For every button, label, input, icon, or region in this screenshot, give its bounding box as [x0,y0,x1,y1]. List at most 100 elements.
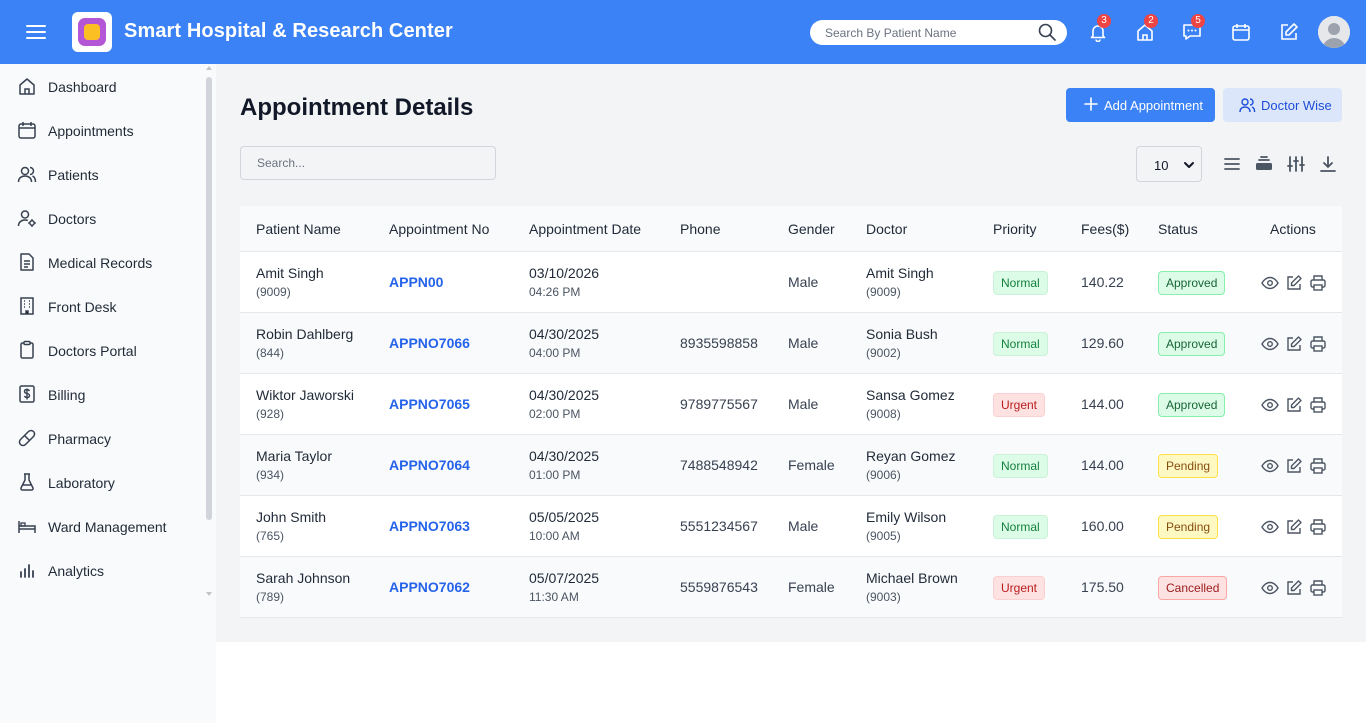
column-header[interactable]: Appointment Date [529,221,641,237]
view-eye-icon[interactable] [1261,579,1279,597]
column-header[interactable]: Status [1158,221,1198,237]
scroll-down-arrow[interactable] [206,592,212,596]
appointment-no-link[interactable]: APPNO7065 [389,396,470,412]
user-avatar[interactable] [1318,16,1350,48]
table-row: John Smith (765) APPNO7063 05/05/2025 10:00 … [240,496,1342,557]
doctor-wise-button[interactable]: Doctor Wise [1223,88,1342,122]
appointment-time: 10:00 AM [529,529,580,543]
user-gear-icon [17,210,36,227]
density-icon[interactable] [1254,154,1274,174]
sidebar-item-label: Doctors Portal [48,343,137,359]
appointment-no-link[interactable]: APPNO7063 [389,518,470,534]
patient-search-input[interactable] [810,20,1032,45]
view-eye-icon[interactable] [1261,396,1279,414]
print-icon[interactable] [1309,396,1327,414]
add-appointment-label: Add Appointment [1104,98,1204,113]
appointment-no-link[interactable]: APPNO7062 [389,579,470,595]
users-icon [17,166,37,183]
appointment-no-link[interactable]: APPN00 [389,274,443,290]
sidebar-item-appointments[interactable]: Appointments [0,110,205,150]
gender: Male [788,518,819,534]
gender: Female [788,457,835,473]
edit-icon[interactable] [1285,457,1303,475]
column-header[interactable]: Doctor [866,221,907,237]
table-search-input[interactable] [241,147,495,179]
row-actions [1261,518,1331,536]
home-button[interactable]: 2 [1133,14,1158,44]
sidebar-item-laboratory[interactable]: Laboratory [0,462,205,502]
column-header[interactable]: Appointment No [389,221,489,237]
calendar-button[interactable] [1229,20,1253,44]
print-icon[interactable] [1309,274,1327,292]
print-icon[interactable] [1309,518,1327,536]
sidebar-item-doctors-portal[interactable]: Doctors Portal [0,330,205,370]
sidebar-item-analytics[interactable]: Analytics [0,550,205,590]
sidebar-item-pharmacy[interactable]: Pharmacy [0,418,205,458]
patient-id: (928) [256,407,285,421]
add-appointment-button[interactable]: Add Appointment [1066,88,1215,122]
edit-icon[interactable] [1285,518,1303,536]
scroll-up-arrow[interactable] [206,66,212,70]
table-body: Amit Singh (9009) APPN00 03/10/2026 04:26 PM… [240,252,1342,618]
page-size-select[interactable]: 10 [1136,146,1202,182]
patient-name: Wiktor Jaworski [256,387,355,403]
sidebar-item-billing[interactable]: Billing [0,374,205,414]
sidebar-item-label: Medical Records [48,255,153,271]
column-header[interactable]: Priority [993,221,1037,237]
messages-button[interactable]: 5 [1180,14,1205,44]
edit-icon[interactable] [1285,274,1303,292]
patient-id: (789) [256,590,285,604]
appointment-no-link[interactable]: APPNO7066 [389,335,470,351]
view-eye-icon[interactable] [1261,274,1279,292]
notifications-button[interactable]: 3 [1086,14,1111,44]
column-header: Actions [1270,221,1316,237]
sidebar-item-doctors[interactable]: Doctors [0,198,205,238]
edit-icon[interactable] [1285,579,1303,597]
download-icon[interactable] [1318,154,1338,174]
print-icon[interactable] [1309,579,1327,597]
sidebar-item-ward-management[interactable]: Ward Management [0,506,205,546]
print-icon[interactable] [1309,335,1327,353]
print-icon[interactable] [1309,457,1327,475]
page-size-value: 10 [1154,158,1169,173]
column-header[interactable]: Phone [680,221,720,237]
column-header[interactable]: Gender [788,221,835,237]
patient-cell: Robin Dahlberg (844) [256,326,353,360]
clipboard-icon [20,340,34,359]
sidebar-item-label: Dashboard [48,79,117,95]
calendar-icon [1232,24,1250,41]
doctor-name: Reyan Gomez [866,448,956,464]
column-header[interactable]: Fees($) [1081,221,1129,237]
doctor-id: (9005) [866,529,901,543]
sidebar-item-label: Ward Management [48,519,167,535]
sidebar-item-label: Appointments [48,123,134,139]
plus-icon [1084,97,1098,111]
home-icon [19,78,35,95]
column-settings-icon[interactable] [1286,154,1306,174]
edit-icon[interactable] [1285,335,1303,353]
sidebar-item-medical-records[interactable]: Medical Records [0,242,205,282]
row-actions [1261,396,1331,414]
hamburger-menu-icon[interactable] [26,22,46,42]
patient-name: John Smith [256,509,327,525]
priority-badge: Normal [993,271,1048,295]
appointment-no-link[interactable]: APPNO7064 [389,457,470,473]
view-eye-icon[interactable] [1261,518,1279,536]
search-icon[interactable] [1038,23,1056,46]
sidebar-item-dashboard[interactable]: Dashboard [0,66,205,106]
view-eye-icon[interactable] [1261,335,1279,353]
column-header[interactable]: Patient Name [256,221,341,237]
view-eye-icon[interactable] [1261,457,1279,475]
edit-button[interactable] [1277,20,1301,44]
sidebar-item-patients[interactable]: Patients [0,154,205,194]
sidebar-item-label: Doctors [48,211,97,227]
sidebar-scrollbar[interactable] [206,77,212,520]
sidebar-item-front-desk[interactable]: Front Desk [0,286,205,326]
edit-icon[interactable] [1285,396,1303,414]
table-row: Wiktor Jaworski (928) APPNO7065 04/30/2025 0… [240,374,1342,435]
appointment-time: 04:00 PM [529,346,581,360]
list-view-icon[interactable] [1222,154,1242,174]
sidebar-item-label: Billing [48,387,86,403]
status-cell: Approved [1158,393,1226,417]
building-icon [20,297,34,315]
